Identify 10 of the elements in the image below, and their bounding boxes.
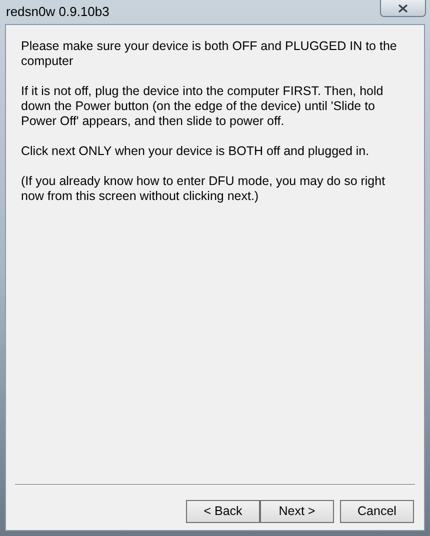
instruction-text: (If you already know how to enter DFU mode, you may do so right now from this screen without clicking next.): [21, 174, 386, 204]
instruction-text: If it is not off, plug the device into the computer FIRST. Then, hold down the Power button (on the edge of the device) until 'Slide to Power Off' appears, and then slide to power off.: [21, 84, 384, 129]
wizard-button[interactable]: Next >: [260, 500, 334, 523]
wizard-button[interactable]: Cancel: [340, 500, 414, 523]
wizard-button[interactable]: < Back: [186, 500, 260, 523]
instruction-text: Please make sure your device is both OFF and PLUGGED IN to the computer: [21, 39, 398, 69]
window-title: redsn0w 0.9.10b3: [6, 3, 110, 21]
close-icon: [398, 4, 408, 12]
instruction-text: Click next ONLY when your device is BOTH off and plugged in.: [21, 144, 370, 159]
close-button[interactable]: [380, 0, 426, 17]
